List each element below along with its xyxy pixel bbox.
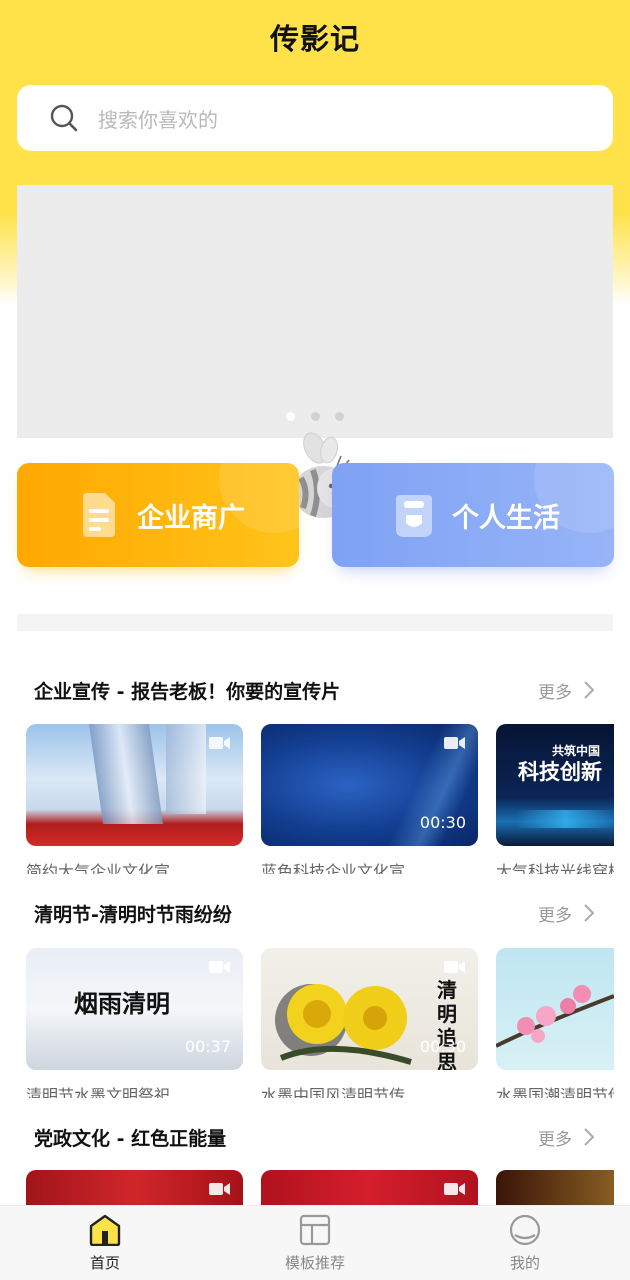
template-card[interactable] <box>261 1170 478 1210</box>
carousel-dot[interactable] <box>286 412 296 421</box>
template-caption: 蓝色科技企业文化宣 <box>261 862 406 874</box>
home-icon <box>89 1214 121 1247</box>
video-duration: 00:30 <box>419 1037 466 1056</box>
section-header-party: 党政文化 - 红色正能量 更多 <box>34 1122 594 1152</box>
template-card[interactable]: 水墨国潮清明节传 <box>496 948 614 1098</box>
chevron-right-icon <box>584 904 594 922</box>
more-link[interactable]: 更多 <box>538 678 594 703</box>
thumbnail-overlay-title: 清明追思 <box>437 978 457 1070</box>
chevron-right-icon <box>584 1128 594 1146</box>
search-icon <box>50 104 78 132</box>
video-icon <box>209 961 230 973</box>
section-header-corporate: 企业宣传 - 报告老板！你要的宣传片 更多 <box>34 675 594 705</box>
category-personal-button[interactable]: 个人生活 <box>332 463 614 567</box>
template-card[interactable]: 烟雨清明 00:37 清明节水墨文明祭祀 <box>26 948 243 1098</box>
thumbnail-overlay-title: 烟雨清明 <box>74 989 170 1018</box>
template-thumbnail <box>496 1170 614 1210</box>
template-card[interactable]: 共筑中国 科技创新 大气科技光线穿梭 <box>496 724 614 874</box>
more-link[interactable]: 更多 <box>538 1125 594 1150</box>
template-card[interactable] <box>26 1170 243 1210</box>
video-icon <box>209 1183 230 1195</box>
template-caption: 简约大气企业文化宣 <box>26 862 171 874</box>
more-label: 更多 <box>538 682 572 703</box>
search-placeholder: 搜索你喜欢的 <box>98 107 218 132</box>
section-title: 党政文化 - 红色正能量 <box>34 1127 227 1150</box>
more-link[interactable]: 更多 <box>538 901 594 926</box>
blossom-image <box>496 985 614 1048</box>
tab-label: 我的 <box>509 1254 540 1272</box>
video-icon <box>209 737 230 749</box>
more-label: 更多 <box>538 905 572 926</box>
banner-carousel[interactable] <box>17 185 613 518</box>
bottom-tab-bar: 首页 模板推荐 我的 <box>0 1205 630 1280</box>
tab-home[interactable]: 首页 <box>45 1214 165 1273</box>
template-thumbnail: 烟雨清明 00:37 <box>26 948 243 1070</box>
thumbnail-overlay-title: 科技创新 <box>518 760 602 784</box>
template-thumbnail <box>26 1170 243 1210</box>
tab-label: 首页 <box>89 1254 120 1272</box>
carousel-dot[interactable] <box>334 412 344 421</box>
video-duration: 00:30 <box>419 813 466 832</box>
template-card[interactable] <box>496 1170 614 1210</box>
tab-profile[interactable]: 我的 <box>465 1214 585 1273</box>
template-row-corporate: 简约大气企业文化宣 00:30 蓝色科技企业文化宣 共筑中国 科技创新 大气科技… <box>26 724 614 874</box>
template-thumbnail <box>496 948 614 1070</box>
template-thumbnail: 清明追思 00:30 <box>261 948 478 1070</box>
template-card[interactable]: 清明追思 00:30 水墨中国风清明节传 <box>261 948 478 1098</box>
template-thumbnail: 00:30 <box>261 724 478 846</box>
template-icon <box>299 1214 331 1246</box>
section-title: 清明节-清明时节雨纷纷 <box>34 903 232 926</box>
search-bar[interactable]: 搜索你喜欢的 <box>17 85 613 151</box>
template-thumbnail: 共筑中国 科技创新 <box>496 724 614 846</box>
video-icon <box>444 961 465 973</box>
template-caption: 水墨国潮清明节传 <box>496 1086 614 1098</box>
template-caption: 水墨中国风清明节传 <box>261 1086 406 1098</box>
template-caption: 大气科技光线穿梭 <box>496 862 614 874</box>
document-icon <box>83 493 115 537</box>
video-duration: 00:37 <box>184 1037 231 1056</box>
template-row-party <box>26 1170 614 1210</box>
carousel-dots <box>17 406 613 425</box>
tab-label: 模板推荐 <box>284 1254 345 1272</box>
section-divider <box>17 614 613 631</box>
home-screen: 传影记 搜索你喜欢的 企业商广 个人生活 企业宣传 - 报告老板！你要的宣传片 … <box>0 0 630 1280</box>
template-card[interactable]: 简约大气企业文化宣 <box>26 724 243 874</box>
profile-icon <box>509 1214 541 1246</box>
section-title: 企业宣传 - 报告老板！你要的宣传片 <box>34 680 341 703</box>
video-icon <box>444 1183 465 1195</box>
app-title: 传影记 <box>269 22 360 56</box>
video-icon <box>444 737 465 749</box>
section-header-qingming: 清明节-清明时节雨纷纷 更多 <box>34 898 594 928</box>
chrysanthemum-image <box>275 984 412 1065</box>
more-label: 更多 <box>538 1129 572 1150</box>
chevron-right-icon <box>584 681 594 699</box>
template-card[interactable]: 00:30 蓝色科技企业文化宣 <box>261 724 478 874</box>
cup-icon <box>396 495 432 537</box>
template-row-qingming: 烟雨清明 00:37 清明节水墨文明祭祀 清明追思 00:30 水墨中国风清明节… <box>26 948 614 1098</box>
template-thumbnail <box>261 1170 478 1210</box>
category-business-button[interactable]: 企业商广 <box>17 463 299 567</box>
template-thumbnail <box>26 724 243 846</box>
tab-templates[interactable]: 模板推荐 <box>255 1214 375 1273</box>
template-caption: 清明节水墨文明祭祀 <box>26 1086 171 1098</box>
carousel-dot[interactable] <box>310 412 320 421</box>
